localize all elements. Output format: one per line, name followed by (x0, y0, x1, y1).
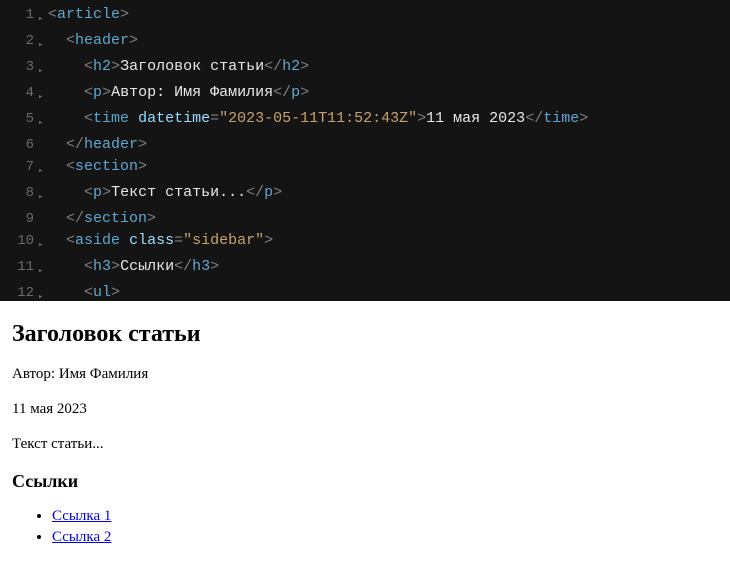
preview-link[interactable]: Ссылка 1 (52, 508, 111, 524)
fold-icon[interactable]: ▸ (38, 182, 48, 208)
code-content[interactable]: <h2>Заголовок статьи</h2> (48, 56, 309, 78)
preview-links-heading: Ссылки (12, 471, 718, 492)
list-item: Ссылка 2 (52, 527, 718, 548)
code-line[interactable]: 11▸ <h3>Ссылки</h3> (0, 256, 730, 282)
code-content[interactable]: <article> (48, 4, 129, 26)
fold-icon[interactable]: ▸ (38, 4, 48, 30)
line-number: 8 (0, 182, 38, 204)
code-content[interactable]: <aside class="sidebar"> (48, 230, 273, 252)
code-line[interactable]: 10▸ <aside class="sidebar"> (0, 230, 730, 256)
code-content[interactable]: <ul> (48, 282, 120, 301)
fold-icon[interactable]: ▸ (38, 156, 48, 182)
preview-heading: Заголовок статьи (12, 321, 718, 348)
line-number: 2 (0, 30, 38, 52)
code-content[interactable]: <p>Текст статьи...</p> (48, 182, 282, 204)
code-line[interactable]: 9 </section> (0, 208, 730, 230)
fold-icon[interactable]: ▸ (38, 56, 48, 82)
preview-author: Автор: Имя Фамилия (12, 366, 718, 383)
fold-icon[interactable] (38, 134, 48, 138)
line-number: 6 (0, 134, 38, 156)
code-content[interactable]: <p>Автор: Имя Фамилия</p> (48, 82, 309, 104)
fold-icon[interactable]: ▸ (38, 256, 48, 282)
line-number: 5 (0, 108, 38, 130)
code-line[interactable]: 12▸ <ul> (0, 282, 730, 301)
preview-pane: Заголовок статьи Автор: Имя Фамилия 11 м… (0, 301, 730, 566)
line-number: 10 (0, 230, 38, 252)
preview-date: 11 мая 2023 (12, 401, 718, 418)
fold-icon[interactable]: ▸ (38, 230, 48, 256)
code-content[interactable]: <section> (48, 156, 147, 178)
fold-icon[interactable]: ▸ (38, 282, 48, 301)
code-line[interactable]: 4▸ <p>Автор: Имя Фамилия</p> (0, 82, 730, 108)
code-line[interactable]: 3▸ <h2>Заголовок статьи</h2> (0, 56, 730, 82)
line-number: 4 (0, 82, 38, 104)
code-line[interactable]: 8▸ <p>Текст статьи...</p> (0, 182, 730, 208)
line-number: 11 (0, 256, 38, 278)
code-content[interactable]: <header> (48, 30, 138, 52)
code-content[interactable]: </section> (48, 208, 156, 230)
code-content[interactable]: <h3>Ссылки</h3> (48, 256, 219, 278)
list-item: Ссылка 1 (52, 506, 718, 527)
line-number: 3 (0, 56, 38, 78)
fold-icon[interactable] (38, 208, 48, 212)
preview-body: Текст статьи... (12, 436, 718, 453)
line-number: 12 (0, 282, 38, 301)
line-number: 1 (0, 4, 38, 26)
fold-icon[interactable]: ▸ (38, 30, 48, 56)
line-number: 7 (0, 156, 38, 178)
code-editor[interactable]: 1▸<article>2▸ <header>3▸ <h2>Заголовок с… (0, 0, 730, 301)
code-line[interactable]: 1▸<article> (0, 4, 730, 30)
code-line[interactable]: 2▸ <header> (0, 30, 730, 56)
code-line[interactable]: 6 </header> (0, 134, 730, 156)
code-line[interactable]: 7▸ <section> (0, 156, 730, 182)
code-content[interactable]: </header> (48, 134, 147, 156)
code-lines: 1▸<article>2▸ <header>3▸ <h2>Заголовок с… (0, 4, 730, 301)
code-content[interactable]: <time datetime="2023-05-11T11:52:43Z">11… (48, 108, 588, 130)
preview-link[interactable]: Ссылка 2 (52, 529, 111, 545)
fold-icon[interactable]: ▸ (38, 82, 48, 108)
preview-links-list: Ссылка 1 Ссылка 2 (12, 506, 718, 548)
fold-icon[interactable]: ▸ (38, 108, 48, 134)
code-line[interactable]: 5▸ <time datetime="2023-05-11T11:52:43Z"… (0, 108, 730, 134)
line-number: 9 (0, 208, 38, 230)
